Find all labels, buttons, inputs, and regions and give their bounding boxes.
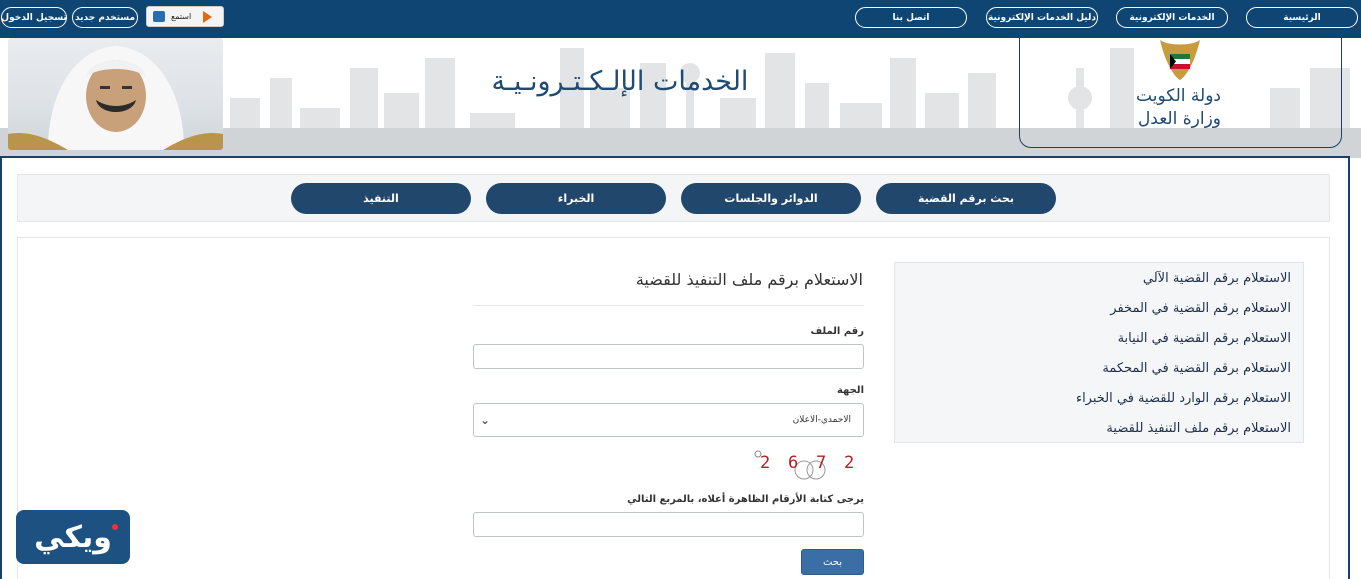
entity-selected-value: الاحمدي-الاعلان [792,415,851,425]
form-title: الاستعلام برقم ملف التنفيذ للقضية [635,270,863,289]
captcha-digit: 2 [760,453,771,473]
site-title: الخدمات الإلـكـتـرونـيـة [491,66,749,97]
side-menu-item-execution[interactable]: الاستعلام برقم ملف التنفيذ للقضية [1106,421,1291,436]
speaker-icon [153,11,165,22]
ministry-logo-box: دولة الكويت وزارة العدل [1019,38,1342,148]
watermark-logo: ويكي [16,510,130,564]
chevron-down-icon: ⌄ [480,413,491,427]
listen-label: استمع [171,12,192,21]
new-user-button[interactable]: مستخدم جديد [72,7,138,28]
tab-search-case-number[interactable]: بحث برقم القضية [876,183,1056,214]
login-button[interactable]: تسجيل الدخول [1,7,67,28]
portrait-graphic [8,46,223,150]
captcha-digit: 2 [844,453,855,473]
portrait-image [8,38,223,150]
search-button[interactable]: بحث [801,549,864,575]
entity-label: الجهة [836,385,864,396]
side-menu-item-auto[interactable]: الاستعلام برقم القضية الآلي [1143,271,1291,286]
side-menu-item-police-station[interactable]: الاستعلام برقم القضية في المخفر [1110,301,1291,316]
nav-eservices-guide[interactable]: دليل الخدمات الإلكترونية [986,7,1098,28]
watermark-text: ويكي [34,519,112,555]
tab-execution[interactable]: التنفيذ [291,183,471,214]
form-divider [473,305,864,306]
file-number-label: رقم الملف [810,326,864,337]
tabs-panel [17,174,1330,222]
captcha-image: 2 6 7 2 [752,450,860,480]
watermark-dot [112,524,118,530]
nav-eservices[interactable]: الخدمات الإلكترونية [1116,7,1228,28]
inquiry-side-menu: الاستعلام برقم القضية الآلي الاستعلام بر… [894,262,1304,443]
nav-contact-us[interactable]: اتصل بنا [855,7,967,28]
captcha-label: يرجى كتابة الأرقام الظاهرة أعلاه، بالمرب… [627,494,864,505]
tab-experts[interactable]: الخبراء [486,183,666,214]
main-frame-left-border [0,156,2,579]
play-icon [203,10,213,23]
logo-country-name: دولة الكويت [1136,86,1221,106]
kuwait-emblem-icon [1160,40,1200,80]
captcha-input[interactable] [473,512,864,537]
file-number-input[interactable] [473,344,864,369]
side-menu-item-experts[interactable]: الاستعلام برقم الوارد للقضية في الخبراء [1076,391,1291,406]
tab-circuits-sessions[interactable]: الدوائر والجلسات [681,183,861,214]
listen-button[interactable]: استمع [146,6,224,27]
nav-home[interactable]: الرئيسية [1246,7,1358,28]
side-menu-item-court[interactable]: الاستعلام برقم القضية في المحكمة [1102,361,1291,376]
logo-ministry-name: وزارة العدل [1137,109,1221,129]
captcha-digit: 6 [788,453,799,473]
captcha-digit: 7 [816,453,827,473]
side-menu-item-prosecution[interactable]: الاستعلام برقم القضية في النيابة [1118,331,1291,346]
top-navigation-bar: تسجيل الدخول مستخدم جديد استمع اتصل بنا … [0,0,1361,38]
entity-select[interactable]: الاحمدي-الاعلان ⌄ [473,403,864,437]
